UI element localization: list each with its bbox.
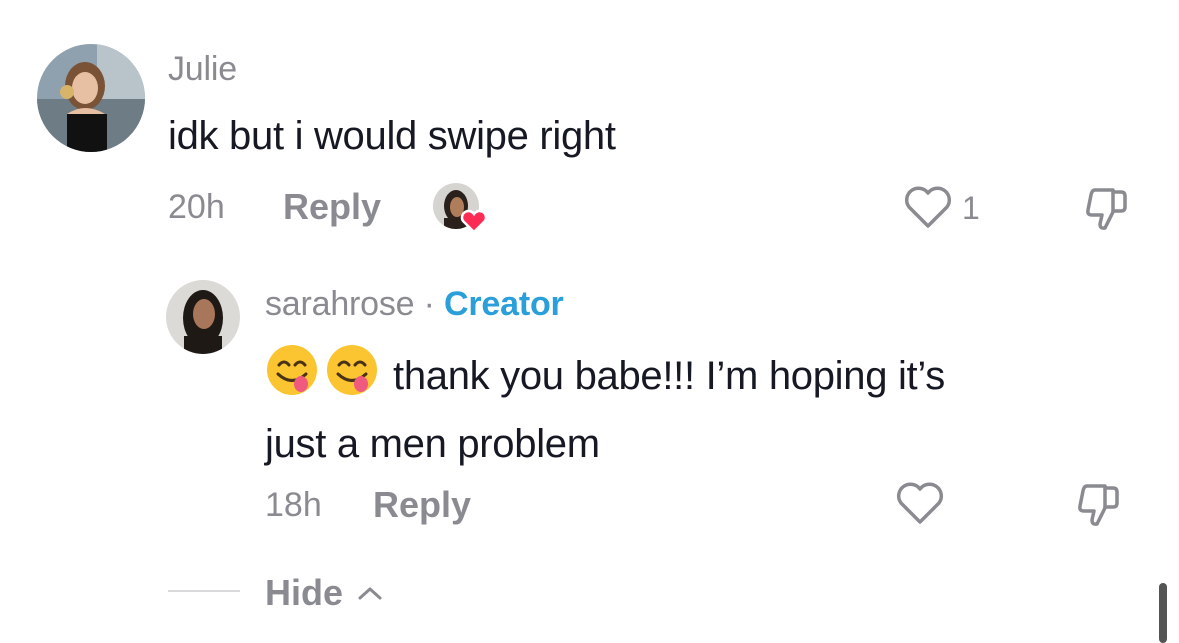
reply-text: thank you babe!!! I’m hoping it’s just a…: [265, 343, 945, 474]
thread-divider: [168, 590, 240, 592]
emoji-icon: [265, 343, 319, 414]
reply-avatar[interactable]: [166, 280, 240, 354]
comment-username[interactable]: Julie: [168, 50, 237, 89]
reply-text-line-2: just a men problem: [265, 422, 600, 466]
comment-reply-button[interactable]: Reply: [283, 186, 381, 228]
like-count: 1: [962, 190, 980, 226]
comment-text: idk but i would swipe right: [168, 114, 616, 158]
username-separator: ·: [414, 285, 445, 323]
reply-text-line-1: thank you babe!!! I’m hoping it’s: [265, 343, 945, 414]
heart-icon[interactable]: [903, 184, 953, 230]
reply-reply-button[interactable]: Reply: [373, 484, 471, 526]
hide-label: Hide: [265, 572, 344, 613]
emoji-icon: [325, 343, 379, 414]
thumbs-down-icon[interactable]: [1083, 184, 1133, 234]
reply-text-content-1: thank you babe!!! I’m hoping it’s: [393, 354, 945, 398]
commenter-avatar[interactable]: [37, 44, 145, 152]
hide-replies-button[interactable]: Hide: [265, 568, 383, 614]
creator-liked-icon: [432, 182, 490, 234]
comment-timestamp: 20h: [168, 188, 225, 226]
reply-username[interactable]: sarahrose: [265, 285, 415, 323]
heart-icon[interactable]: [895, 480, 945, 526]
reply-timestamp: 18h: [265, 486, 322, 524]
chevron-up-icon: [357, 568, 383, 610]
creator-badge: Creator: [444, 285, 564, 323]
scrollbar[interactable]: [1159, 583, 1167, 643]
thumbs-down-icon[interactable]: [1075, 480, 1125, 530]
reply-username-line: sarahrose · Creator: [265, 285, 564, 324]
